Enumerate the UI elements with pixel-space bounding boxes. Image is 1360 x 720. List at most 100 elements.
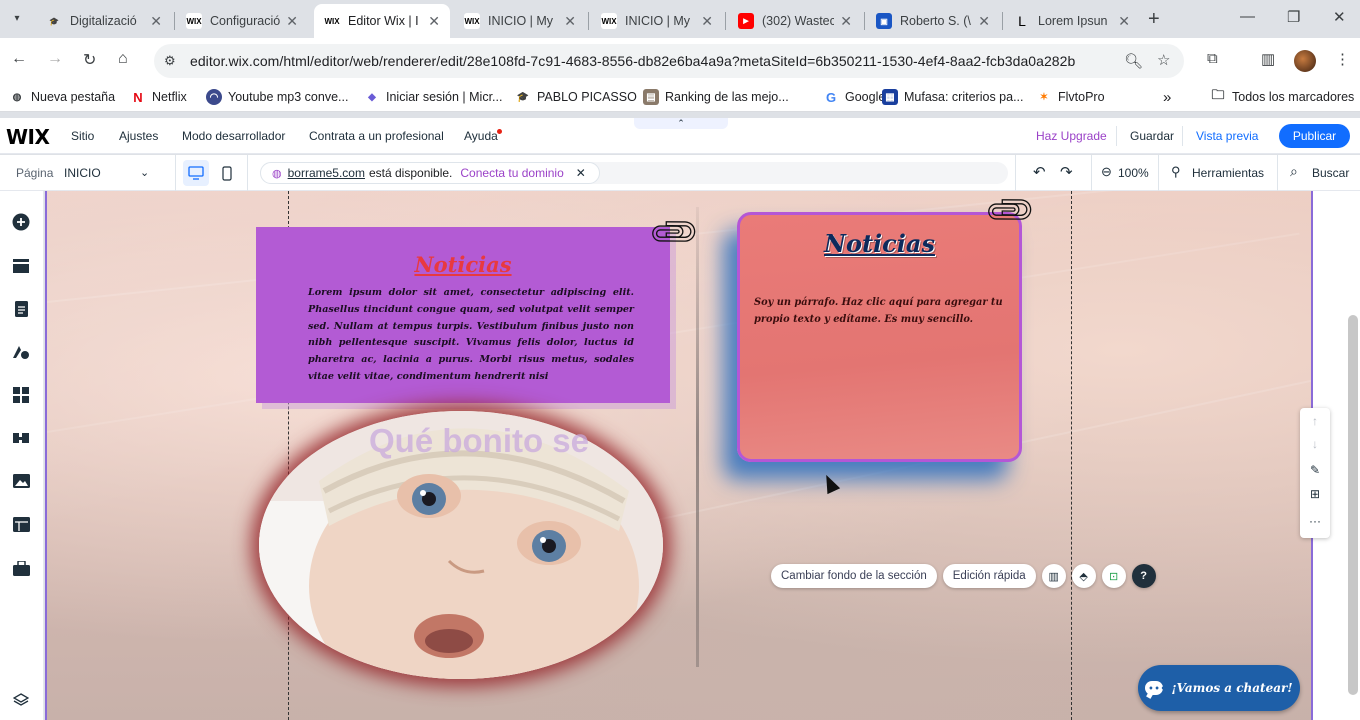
extensions-icon[interactable]: ⧉ <box>1207 50 1218 67</box>
move-down-icon[interactable]: ↓ <box>1300 437 1330 451</box>
new-tab-icon[interactable]: + <box>1148 8 1160 31</box>
zoom-search-icon[interactable]: 🔍︎ <box>1124 52 1143 70</box>
canvas-scrollbar[interactable] <box>1348 315 1358 695</box>
address-bar[interactable]: ⚙ editor.wix.com/html/editor/web/rendere… <box>154 44 1184 78</box>
pages-icon[interactable] <box>10 298 32 320</box>
news-box-left[interactable]: Noticias Lorem ipsum dolor sit amet, con… <box>256 227 670 403</box>
close-tab-icon[interactable]: ✕ <box>701 13 713 30</box>
change-section-bg-button[interactable]: Cambiar fondo de la sección <box>771 564 937 588</box>
tab-2-active[interactable]: WIX Editor Wix | I ✕ <box>314 4 450 38</box>
zoom-level[interactable]: 100% <box>1118 166 1149 180</box>
collapse-toolbar-chevron-icon[interactable]: ⌃ <box>634 118 728 129</box>
news-box-right[interactable]: Noticias Soy un párrafo. Haz clic aquí p… <box>737 212 1022 462</box>
menu-modo-desarrollador[interactable]: Modo desarrollador <box>182 129 285 143</box>
chat-button[interactable]: ••• ¡Vamos a chatear! <box>1138 665 1300 711</box>
search-button[interactable]: Buscar <box>1312 166 1349 180</box>
bookmark-microsoft[interactable]: ◆ Iniciar sesión | Micr... <box>364 89 502 105</box>
bookmark-ranking[interactable]: ▤ Ranking de las mejo... <box>643 89 789 105</box>
tools-button[interactable]: Herramientas <box>1192 166 1264 180</box>
news-right-title[interactable]: Noticias <box>740 229 1019 258</box>
news-right-text[interactable]: Soy un párrafo. Haz clic aquí para agreg… <box>754 294 1010 328</box>
close-tab-icon[interactable]: ✕ <box>840 13 852 30</box>
bookmark-star-icon[interactable]: ☆ <box>1157 51 1170 69</box>
tab-4[interactable]: WIX INICIO | My ✕ <box>591 4 723 38</box>
design-icon[interactable] <box>10 341 32 363</box>
news-left-title[interactable]: Noticias <box>256 252 670 277</box>
layers-icon[interactable] <box>10 689 32 711</box>
desktop-view-button[interactable] <box>183 160 209 186</box>
close-icon[interactable]: ✕ <box>576 166 586 180</box>
move-up-icon[interactable]: ↑ <box>1300 414 1330 428</box>
home-icon[interactable]: ⌂ <box>118 50 128 68</box>
redo-icon[interactable]: ↷ <box>1060 163 1073 181</box>
close-tab-icon[interactable]: ✕ <box>150 13 162 30</box>
mobile-view-button[interactable] <box>214 160 240 186</box>
menu-ajustes[interactable]: Ajustes <box>119 129 158 143</box>
tab-7[interactable]: L Lorem Ipsun ✕ <box>1004 4 1140 38</box>
photo-caption-text[interactable]: Qué bonito se <box>369 422 659 460</box>
edit-pencil-icon[interactable]: ✎ <box>1300 463 1330 477</box>
more-options-icon[interactable]: ··· <box>1300 514 1330 528</box>
bookmarks-overflow[interactable]: » <box>1163 89 1171 106</box>
menu-ayuda[interactable]: Ayuda <box>464 129 498 143</box>
bookmark-pablo-picasso[interactable]: 🎓 PABLO PICASSO <box>515 89 637 105</box>
side-panel-icon[interactable]: ▥ <box>1261 50 1275 68</box>
close-tab-icon[interactable]: ✕ <box>1118 13 1130 30</box>
url-text[interactable]: editor.wix.com/html/editor/web/renderer/… <box>190 53 1075 69</box>
add-elements-icon[interactable] <box>10 211 32 233</box>
bookmark-google[interactable]: G Google <box>823 89 885 105</box>
layout-icon[interactable]: ▥ <box>1041 564 1066 588</box>
domain-name-link[interactable]: borrame5.com <box>288 166 365 180</box>
minimize-icon[interactable]: — <box>1240 8 1255 25</box>
tab-0[interactable]: 🎓 Digitalizació ✕ <box>36 4 172 38</box>
cms-icon[interactable] <box>10 513 32 535</box>
restore-icon[interactable]: ❐ <box>1287 8 1300 26</box>
menu-sitio[interactable]: Sitio <box>71 129 94 143</box>
apps-icon[interactable] <box>10 384 32 406</box>
close-tab-icon[interactable]: ✕ <box>428 13 440 30</box>
page-selector[interactable]: INICIO <box>64 166 101 180</box>
forward-arrow-icon[interactable]: → <box>47 50 63 68</box>
bookmark-mufasa[interactable]: ▦ Mufasa: criterios pa... <box>882 89 1024 105</box>
profile-avatar[interactable] <box>1294 50 1316 72</box>
zoom-out-icon[interactable]: ⊖ <box>1101 164 1112 180</box>
business-apps-icon[interactable] <box>10 427 32 449</box>
layout-panel-icon[interactable]: ⊞ <box>1300 487 1330 501</box>
help-icon[interactable]: ? <box>1131 564 1156 588</box>
preview-button[interactable]: Vista previa <box>1196 129 1258 143</box>
chevron-down-icon[interactable]: ⌄ <box>140 166 149 179</box>
tab-1[interactable]: WIX Configuració ✕ <box>176 4 308 38</box>
media-icon[interactable] <box>10 470 32 492</box>
portfolio-icon[interactable] <box>10 557 32 579</box>
quick-edit-button[interactable]: Edición rápida <box>942 564 1036 588</box>
tab-5[interactable]: ▶ (302) Wastec ✕ <box>728 4 862 38</box>
tab-search-icon[interactable]: ▾ <box>6 7 28 29</box>
back-arrow-icon[interactable]: ← <box>11 50 27 68</box>
news-left-text[interactable]: Lorem ipsum dolor sit amet, consectetur … <box>308 285 634 386</box>
site-info-icon[interactable]: ⚙ <box>164 53 176 69</box>
bookmark-flvtopro[interactable]: ✶ FlvtoPro <box>1036 89 1105 105</box>
animation-icon[interactable]: ⬘ <box>1071 564 1096 588</box>
stretch-icon[interactable]: ⊡ <box>1101 564 1126 588</box>
tab-3[interactable]: WIX INICIO | My ✕ <box>454 4 586 38</box>
close-tab-icon[interactable]: ✕ <box>286 13 298 30</box>
close-window-icon[interactable]: ✕ <box>1333 8 1346 26</box>
connect-domain-link[interactable]: Conecta tu dominio <box>460 166 563 180</box>
tab-6[interactable]: ▣ Roberto S. (\ ✕ <box>866 4 1000 38</box>
sections-icon[interactable] <box>10 255 32 277</box>
bookmark-netflix[interactable]: N Netflix <box>130 89 186 105</box>
reload-icon[interactable]: ↻ <box>83 50 96 70</box>
menu-contrata-profesional[interactable]: Contrata a un profesional <box>309 129 444 143</box>
all-bookmarks[interactable]: 🗀 Todos los marcadores <box>1210 87 1354 105</box>
bookmark-nueva-pestana[interactable]: ◍ Nueva pestaña <box>9 89 115 105</box>
save-button[interactable]: Guardar <box>1130 129 1174 143</box>
close-tab-icon[interactable]: ✕ <box>564 13 576 30</box>
wix-logo[interactable]: WIX <box>6 125 50 149</box>
undo-icon[interactable]: ↶ <box>1033 163 1046 181</box>
more-menu-icon[interactable]: ⋮ <box>1335 50 1350 68</box>
close-tab-icon[interactable]: ✕ <box>978 13 990 30</box>
bookmark-youtube-mp3[interactable]: ◠ Youtube mp3 conve... <box>206 89 348 105</box>
editor-canvas[interactable]: Noticias Lorem ipsum dolor sit amet, con… <box>45 191 1313 720</box>
publish-button[interactable]: Publicar <box>1279 124 1350 148</box>
upgrade-link[interactable]: Haz Upgrade <box>1036 129 1107 143</box>
